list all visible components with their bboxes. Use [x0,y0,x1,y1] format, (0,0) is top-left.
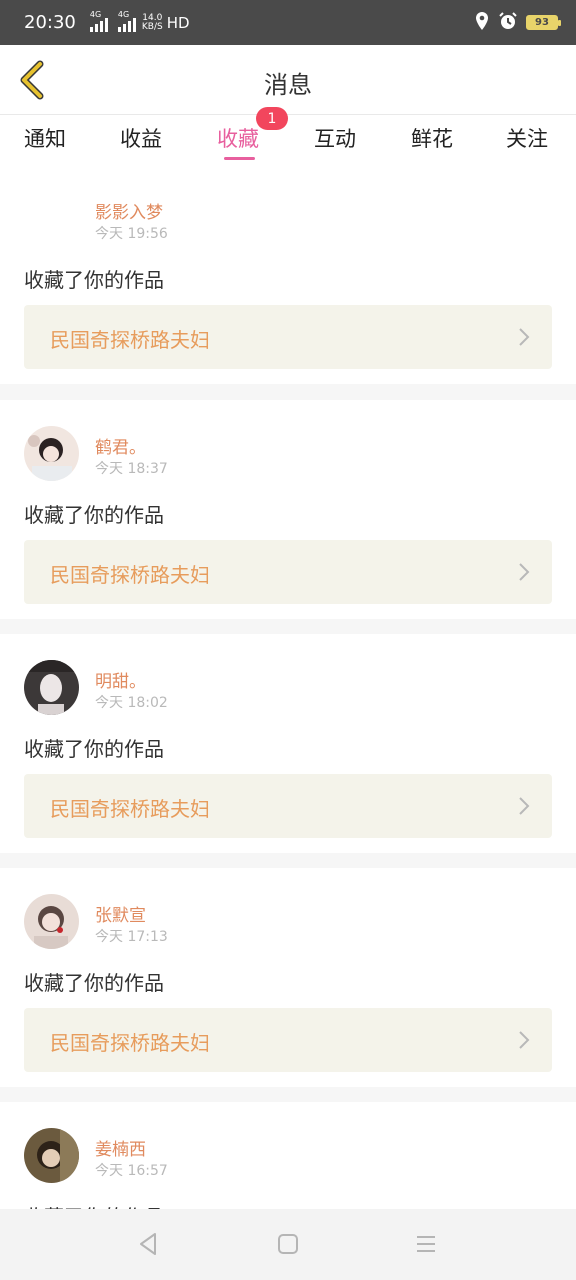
signal-icon: 4G [117,10,136,32]
work-link[interactable]: 民国奇探桥路夫妇 [24,774,552,838]
network-type-label: 4G [117,9,130,19]
tab-follows[interactable]: 关注 [506,123,548,153]
speed-unit: KB/S [141,21,163,32]
triangle-back-icon [140,1233,156,1255]
timestamp: 今天 19:56 [95,226,168,242]
tab-notifications[interactable]: 通知 [24,123,66,153]
list-item[interactable]: 张默宣 今天 17:13 收藏了你的作品 民国奇探桥路夫妇 [0,868,576,1087]
nav-menu-button[interactable] [411,1229,441,1259]
system-nav-bar [0,1209,576,1280]
work-title: 民国奇探桥路夫妇 [50,563,210,587]
page-title: 消息 [264,71,312,99]
timestamp: 今天 18:37 [95,461,168,477]
list-item[interactable]: 影影入梦 今天 19:56 收藏了你的作品 民国奇探桥路夫妇 [0,165,576,384]
network-speed: 14.0 KB/S [141,13,163,32]
work-title: 民国奇探桥路夫妇 [50,1031,210,1055]
avatar[interactable] [24,426,79,481]
status-bar: 20:30 4G 4G 14.0 KB/S HD 93 [0,0,576,45]
work-link[interactable]: 民国奇探桥路夫妇 [24,305,552,369]
timestamp: 今天 17:13 [95,929,168,945]
tab-interactions[interactable]: 互动 [314,123,356,153]
username[interactable]: 明甜。 [95,667,146,692]
timestamp: 今天 16:57 [95,1163,168,1179]
alarm-icon [498,11,518,35]
chevron-right-icon [519,563,530,581]
action-text: 收藏了你的作品 [24,503,164,527]
action-text: 收藏了你的作品 [24,737,164,761]
work-link[interactable]: 民国奇探桥路夫妇 [24,540,552,604]
chevron-right-icon [519,1031,530,1049]
active-tab-indicator [224,157,255,160]
list-item[interactable]: 鹤君。 今天 18:37 收藏了你的作品 民国奇探桥路夫妇 [0,400,576,619]
signal-icon: 4G [89,10,108,32]
location-icon [474,11,490,35]
tab-favorites[interactable]: 收藏 [217,123,259,153]
header: 消息 [0,45,576,115]
timestamp: 今天 18:02 [95,695,168,711]
hd-indicator: HD [166,13,190,32]
avatar[interactable] [24,894,79,949]
work-title: 民国奇探桥路夫妇 [50,797,210,821]
battery-icon: 93 [526,15,561,30]
nav-back-button[interactable] [133,1229,163,1259]
menu-lines-icon [417,1236,435,1252]
square-home-icon [278,1234,298,1254]
action-text: 收藏了你的作品 [24,971,164,995]
work-title: 民国奇探桥路夫妇 [50,328,210,352]
chevron-right-icon [519,797,530,815]
chevron-right-icon [519,328,530,346]
username[interactable]: 影影入梦 [95,198,163,223]
list-item[interactable]: 明甜。 今天 18:02 收藏了你的作品 民国奇探桥路夫妇 [0,634,576,853]
nav-home-button[interactable] [273,1229,303,1259]
work-link[interactable]: 民国奇探桥路夫妇 [24,1008,552,1072]
unread-badge: 1 [256,107,288,130]
avatar[interactable] [24,660,79,715]
tab-bar: 通知 收益 收藏 互动 鲜花 关注 [0,115,576,165]
username[interactable]: 张默宣 [95,901,146,926]
status-time: 20:30 [24,12,76,33]
tab-flowers[interactable]: 鲜花 [411,123,453,153]
action-text: 收藏了你的作品 [24,268,164,292]
network-type-label: 4G [89,9,102,19]
avatar[interactable] [24,1128,79,1183]
username[interactable]: 鹤君。 [95,433,146,458]
tab-earnings[interactable]: 收益 [120,123,162,153]
username[interactable]: 姜楠西 [95,1135,146,1160]
network-indicators: 4G 4G [89,10,136,32]
